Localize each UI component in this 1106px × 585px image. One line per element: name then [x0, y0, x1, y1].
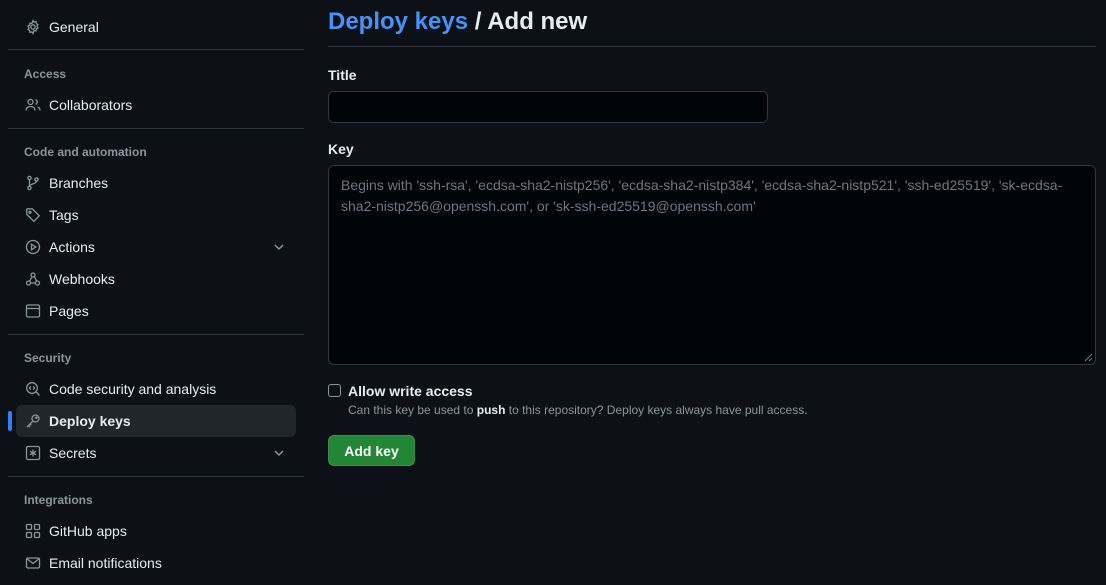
sidebar-divider: [8, 476, 304, 477]
sidebar-item-webhooks[interactable]: Webhooks: [16, 263, 296, 295]
apps-icon: [25, 523, 41, 539]
sidebar-item-label: General: [49, 19, 99, 35]
chevron-down-icon[interactable]: [271, 445, 287, 461]
section-heading-security: Security: [24, 351, 72, 365]
sidebar-item-collaborators[interactable]: Collaborators: [16, 89, 296, 121]
webhook-icon: [25, 271, 41, 287]
note-text: to this repository? Deploy keys always h…: [505, 403, 808, 417]
sidebar-item-label: Email notifications: [49, 555, 162, 571]
tag-icon: [25, 207, 41, 223]
write-access-note: Can this key be used to push to this rep…: [348, 403, 808, 417]
sidebar-item-label: Collaborators: [49, 97, 133, 113]
resize-grip-icon[interactable]: [1084, 353, 1093, 362]
add-key-button[interactable]: Add key: [328, 435, 415, 466]
key-textarea[interactable]: [328, 165, 1096, 365]
write-access-checkbox[interactable]: [328, 384, 341, 397]
git-branch-icon: [25, 175, 41, 191]
sidebar-item-label: Webhooks: [49, 271, 115, 287]
chevron-down-icon[interactable]: [271, 239, 287, 255]
title-input[interactable]: [328, 91, 768, 123]
note-text: Can this key be used to: [348, 403, 477, 417]
sidebar-item-actions[interactable]: Actions: [16, 231, 296, 263]
breadcrumb-deploy-keys-link[interactable]: Deploy keys: [328, 8, 468, 35]
breadcrumb-separator: /: [468, 8, 488, 35]
sidebar-item-pages[interactable]: Pages: [16, 295, 296, 327]
breadcrumb-current: Add new: [487, 8, 588, 35]
deploy-key-settings-page: General Access Collaborators Code and au…: [0, 0, 1106, 585]
sidebar-item-tags[interactable]: Tags: [16, 199, 296, 231]
sidebar-item-branches[interactable]: Branches: [16, 167, 296, 199]
sidebar-divider: [8, 128, 304, 129]
people-icon: [25, 97, 41, 113]
note-emphasis: push: [476, 403, 506, 417]
write-access-label[interactable]: Allow write access: [348, 383, 473, 399]
mail-icon: [25, 555, 41, 571]
sidebar-item-secrets[interactable]: Secrets: [16, 437, 296, 469]
sidebar-item-label: Secrets: [49, 445, 97, 461]
asterisk-icon: [25, 445, 41, 461]
key-icon: [25, 413, 41, 429]
section-heading-code-automation: Code and automation: [24, 145, 147, 159]
sidebar-item-label: Deploy keys: [49, 413, 131, 429]
title-divider: [328, 46, 1096, 47]
sidebar-item-label: Actions: [49, 239, 95, 255]
sidebar-divider: [8, 334, 304, 335]
sidebar-item-label: Branches: [49, 175, 109, 191]
browser-icon: [25, 303, 41, 319]
play-icon: [25, 239, 41, 255]
sidebar-item-general[interactable]: General: [16, 11, 296, 43]
page-title: Deploy keys / Add new: [328, 8, 587, 36]
section-heading-access: Access: [24, 67, 67, 81]
key-label: Key: [328, 141, 354, 157]
sidebar-item-code-security[interactable]: Code security and analysis: [16, 373, 296, 405]
sidebar-item-github-apps[interactable]: GitHub apps: [16, 515, 296, 547]
gear-icon: [25, 19, 41, 35]
sidebar-item-deploy-keys[interactable]: Deploy keys: [8, 405, 296, 437]
section-heading-integrations: Integrations: [24, 493, 93, 507]
sidebar-item-label: Code security and analysis: [49, 381, 217, 397]
sidebar-divider: [8, 49, 304, 50]
sidebar-item-label: GitHub apps: [49, 523, 127, 539]
codescan-icon: [25, 381, 41, 397]
title-label: Title: [328, 67, 357, 83]
sidebar-item-label: Tags: [49, 207, 79, 223]
sidebar-item-email-notifications[interactable]: Email notifications: [16, 547, 296, 579]
sidebar-item-label: Pages: [49, 303, 89, 319]
